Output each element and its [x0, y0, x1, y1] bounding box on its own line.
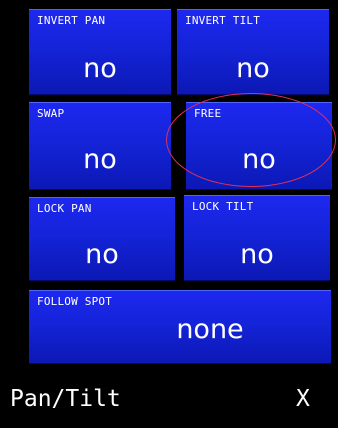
lock-pan-label: LOCK PAN: [37, 202, 92, 215]
invert-tilt-value: no: [236, 53, 270, 84]
invert-tilt-label: INVERT TILT: [185, 14, 261, 27]
invert-pan-button[interactable]: INVERT PAN no: [27, 7, 173, 97]
follow-spot-value: none: [176, 314, 244, 345]
lock-pan-value: no: [85, 239, 119, 270]
invert-pan-value: no: [83, 53, 117, 84]
close-button[interactable]: X: [296, 386, 310, 412]
swap-button[interactable]: SWAP no: [27, 100, 173, 192]
follow-spot-button[interactable]: FOLLOW SPOT none: [27, 288, 333, 366]
page-title: Pan/Tilt: [10, 386, 121, 412]
lock-pan-button[interactable]: LOCK PAN no: [27, 195, 177, 283]
lock-tilt-value: no: [240, 239, 274, 270]
invert-tilt-button[interactable]: INVERT TILT no: [175, 7, 331, 97]
free-button[interactable]: FREE no: [184, 100, 334, 192]
swap-label: SWAP: [37, 107, 65, 120]
lock-tilt-button[interactable]: LOCK TILT no: [182, 193, 332, 283]
free-value: no: [242, 144, 276, 175]
free-label: FREE: [194, 107, 222, 120]
follow-spot-label: FOLLOW SPOT: [37, 295, 113, 308]
swap-value: no: [83, 144, 117, 175]
invert-pan-label: INVERT PAN: [37, 14, 106, 27]
lock-tilt-label: LOCK TILT: [192, 200, 254, 213]
